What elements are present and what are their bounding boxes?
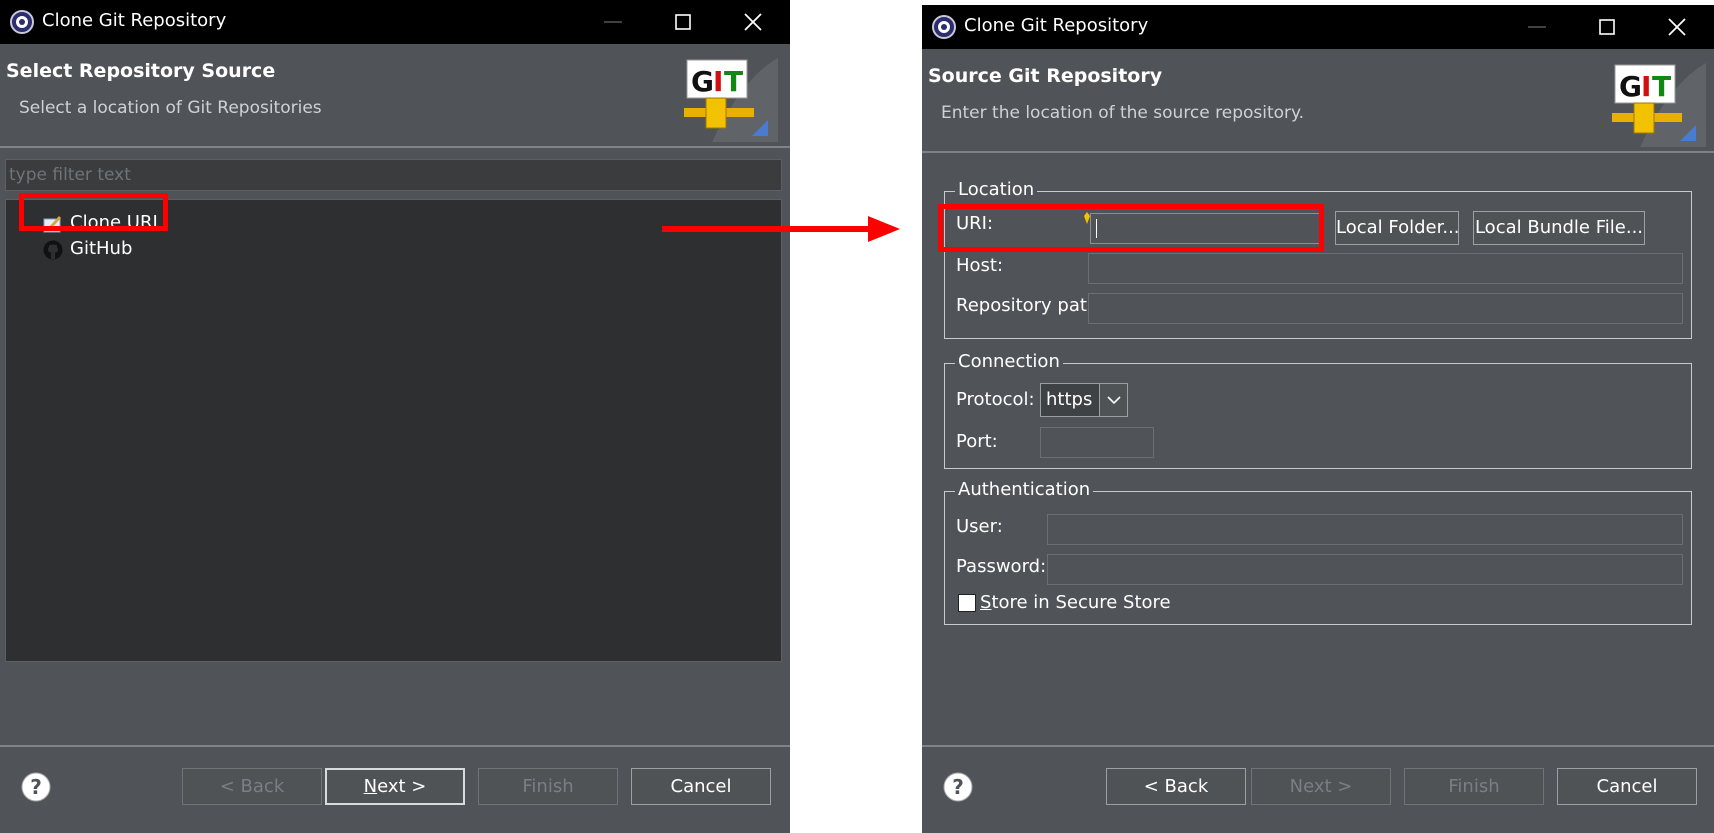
help-icon[interactable]: ? xyxy=(20,771,52,803)
finish-button[interactable]: Finish xyxy=(478,768,618,805)
git-logo-icon: G I T xyxy=(1612,63,1706,147)
page-description: Select a location of Git Repositories xyxy=(19,98,322,118)
host-label: Host: xyxy=(956,255,1004,276)
eclipse-app-icon xyxy=(10,10,34,34)
user-label: User: xyxy=(956,516,1003,537)
help-icon[interactable]: ? xyxy=(942,771,974,803)
store-secure-checkbox[interactable] xyxy=(958,594,976,612)
close-button[interactable] xyxy=(1642,5,1712,49)
authentication-group: Authentication User: Password: Store in … xyxy=(944,479,1692,625)
window-title: Clone Git Repository xyxy=(964,15,1149,36)
source-repository-dialog: Clone Git Repository Source Git Reposito… xyxy=(922,5,1714,833)
filter-input[interactable]: type filter text xyxy=(5,159,782,191)
title-bar: Clone Git Repository xyxy=(0,0,790,44)
protocol-value: https xyxy=(1046,389,1093,410)
svg-text:?: ? xyxy=(30,775,42,799)
minimize-icon xyxy=(1528,26,1546,28)
svg-text:I: I xyxy=(1641,70,1651,103)
title-bar: Clone Git Repository xyxy=(922,5,1714,49)
page-title: Select Repository Source xyxy=(6,60,276,82)
minimize-button[interactable] xyxy=(578,0,648,44)
cancel-button[interactable]: Cancel xyxy=(1557,768,1697,805)
page-description: Enter the location of the source reposit… xyxy=(941,103,1305,123)
page-title: Source Git Repository xyxy=(928,65,1163,87)
highlight-box-uri xyxy=(938,204,1324,252)
store-secure-label[interactable]: Store in Secure Store xyxy=(980,592,1171,613)
authentication-group-title: Authentication xyxy=(955,479,1094,500)
svg-text:?: ? xyxy=(952,775,964,799)
eclipse-app-icon xyxy=(932,15,956,39)
svg-text:G: G xyxy=(691,65,714,98)
password-input[interactable] xyxy=(1047,554,1683,585)
minimize-icon xyxy=(604,21,622,23)
select-source-dialog: Clone Git Repository Select Repository S… xyxy=(0,0,790,833)
maximize-icon xyxy=(1599,19,1615,35)
wizard-footer: ? < Back Next > Finish Cancel xyxy=(0,745,790,833)
protocol-label: Protocol: xyxy=(956,389,1035,410)
host-input[interactable] xyxy=(1088,253,1683,284)
location-group-title: Location xyxy=(955,179,1038,200)
wizard-header: Select Repository Source Select a locati… xyxy=(0,44,790,148)
svg-text:I: I xyxy=(713,65,723,98)
window-title: Clone Git Repository xyxy=(42,10,227,31)
back-button[interactable]: < Back xyxy=(1106,768,1246,805)
maximize-icon xyxy=(675,14,691,30)
wizard-header: Source Git Repository Enter the location… xyxy=(922,49,1714,153)
git-logo-icon: G I T xyxy=(684,58,778,142)
repository-path-input[interactable] xyxy=(1088,293,1683,324)
connection-group-title: Connection xyxy=(955,351,1063,372)
protocol-select[interactable]: https xyxy=(1040,383,1128,417)
chevron-down-icon xyxy=(1107,396,1121,405)
user-input[interactable] xyxy=(1047,514,1683,545)
protocol-dropdown-button[interactable] xyxy=(1099,384,1127,416)
close-icon xyxy=(744,13,762,31)
close-icon xyxy=(1668,18,1686,36)
repository-source-tree: Clone URI GitHub xyxy=(5,199,782,662)
highlight-box-clone-uri xyxy=(19,193,168,231)
port-input[interactable] xyxy=(1040,427,1154,458)
screenshot-stage: Clone Git Repository Select Repository S… xyxy=(0,0,1714,833)
next-button[interactable]: Next > xyxy=(325,768,465,805)
password-label: Password: xyxy=(956,556,1047,577)
port-label: Port: xyxy=(956,431,998,452)
finish-button[interactable]: Finish xyxy=(1404,768,1544,805)
svg-text:G: G xyxy=(1619,70,1642,103)
flow-arrow xyxy=(662,216,900,242)
svg-text:T: T xyxy=(1652,70,1671,103)
back-button[interactable]: < Back xyxy=(182,768,322,805)
connection-group: Connection Protocol: https Port: xyxy=(944,351,1692,469)
cancel-button[interactable]: Cancel xyxy=(631,768,771,805)
svg-text:T: T xyxy=(724,65,743,98)
github-icon xyxy=(43,240,63,260)
wizard-footer: ? < Back Next > Finish Cancel xyxy=(922,745,1714,833)
local-bundle-file-button[interactable]: Local Bundle File... xyxy=(1473,211,1645,245)
maximize-button[interactable] xyxy=(1572,5,1642,49)
maximize-button[interactable] xyxy=(648,0,718,44)
close-button[interactable] xyxy=(718,0,788,44)
local-folder-button[interactable]: Local Folder... xyxy=(1335,211,1460,245)
next-button[interactable]: Next > xyxy=(1251,768,1391,805)
tree-item-github[interactable]: GitHub xyxy=(34,237,164,263)
tree-item-label: GitHub xyxy=(70,238,133,259)
minimize-button[interactable] xyxy=(1502,5,1572,49)
repository-path-label: Repository path: xyxy=(956,295,1105,316)
